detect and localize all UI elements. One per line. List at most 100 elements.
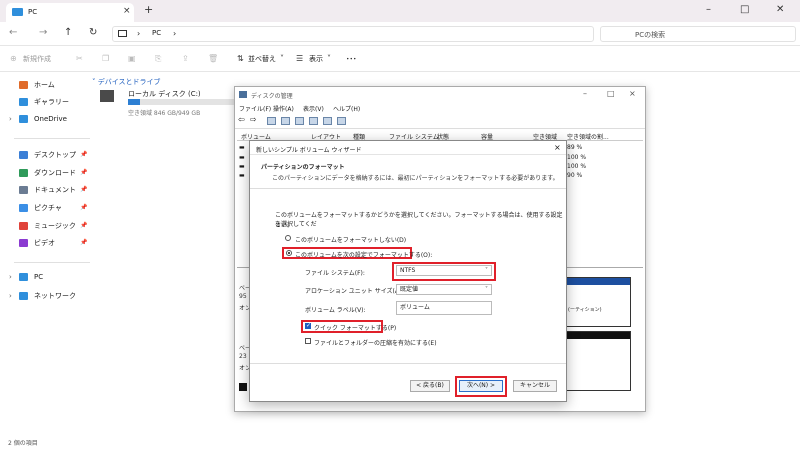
list-item[interactable]: ▬ [239,172,245,179]
no-format-label[interactable]: このボリュームをフォーマットしない(D) [295,235,406,244]
volume-bar [566,332,630,339]
close-icon[interactable]: × [629,89,636,98]
pin-icon[interactable]: 📌 [80,239,87,246]
list-icon[interactable] [295,117,304,125]
quick-format-label[interactable]: クイック フォーマットする(P) [314,323,396,332]
list-item[interactable]: ▬ [239,163,245,170]
chevron-right-icon[interactable]: › [173,29,176,38]
close-icon[interactable]: × [554,143,561,152]
wizard-subheading: このパーティションにデータを格納するには、最初にパーティションをフォーマットする… [272,175,559,182]
menu-help[interactable]: ヘルプ(H) [333,104,360,113]
no-format-radio[interactable] [285,235,291,241]
pin-icon[interactable]: 📌 [80,186,87,193]
list-item[interactable]: ▬ [239,154,245,161]
next-button[interactable]: 次へ(N) > [459,380,503,392]
sidebar-item-home[interactable]: ホーム [9,80,55,90]
cancel-button[interactable]: キャンセル [513,380,557,392]
menu-view[interactable]: 表示(V) [303,104,324,113]
sidebar-item-pictures[interactable]: ピクチャ [9,203,62,213]
tab-label: PC [28,8,38,16]
sidebar-item-onedrive[interactable]: › OneDrive [9,115,67,123]
search-input[interactable]: PCの検索 [600,26,796,42]
back-arrow-icon[interactable]: ← [9,27,17,38]
wizard-heading: パーティションのフォーマット [261,164,345,171]
search-placeholder: PCの検索 [635,31,666,39]
address-field[interactable]: › PC › [112,26,594,42]
col-free-percent[interactable]: 空き領域の割... [567,132,609,141]
maximize-icon[interactable]: □ [740,4,749,15]
volume-block[interactable] [565,331,631,391]
console-icon[interactable] [267,117,276,125]
pin-icon[interactable]: 📌 [80,169,87,176]
rename-icon[interactable]: ⎘ [155,54,161,64]
breadcrumb[interactable]: PC [152,29,161,37]
tab-pc[interactable]: PC × [6,3,134,22]
compression-label[interactable]: ファイルとフォルダーの圧縮を有効にする(E) [314,338,437,347]
up-arrow-icon[interactable]: ↑ [64,27,72,38]
copy-icon[interactable]: ❐ [102,54,109,63]
sidebar-item-desktop[interactable]: デスクトップ [9,150,76,160]
volume-label-input[interactable]: ボリューム [396,301,492,315]
back-arrow-icon[interactable]: ⇦ [238,115,247,124]
list-item[interactable]: ▬ [239,144,245,151]
chevron-down-icon[interactable]: ˅ [280,54,284,63]
forward-arrow-icon[interactable]: ⇨ [250,115,259,124]
chevron-down-icon[interactable]: ˅ [327,54,331,63]
refresh-icon[interactable]: ↻ [89,27,97,38]
back-button[interactable]: < 戻る(B) [410,380,450,392]
new-tab-button[interactable]: + [144,3,153,16]
new-button[interactable]: 新規作成 [23,54,51,64]
compression-checkbox[interactable] [305,338,311,344]
close-tab-icon[interactable]: × [123,6,131,16]
edit-icon[interactable] [323,117,332,125]
chevron-down-icon: ˅ [485,286,488,293]
menu-action[interactable]: 操作(A) [273,104,294,113]
sidebar-item-videos[interactable]: ビデオ [9,238,55,248]
maximize-icon[interactable]: □ [607,89,615,98]
sidebar-item-gallery[interactable]: ギャラリー [9,97,69,107]
chevron-right-icon[interactable]: › [9,273,17,281]
chevron-right-icon[interactable]: › [9,115,17,123]
volume-label: (ーティション) [568,307,602,313]
sidebar-item-downloads[interactable]: ダウンロード [9,168,76,178]
devices-header[interactable]: ˅ デバイスとドライブ [92,77,161,87]
minimize-icon[interactable]: – [583,89,587,98]
minimize-icon[interactable]: – [706,4,711,15]
drive-name[interactable]: ローカル ディスク (C:) [128,89,201,99]
sidebar-item-pc[interactable]: › PC [9,273,43,281]
format-radio[interactable] [286,250,292,256]
paste-icon[interactable]: ▣ [128,54,136,63]
disk-management-icon [239,91,247,98]
menu-file[interactable]: ファイル(F) [239,104,271,113]
sort-button[interactable]: 並べ替え [248,54,276,64]
dm-toolbar: ⇦ ⇨ [235,114,645,129]
pc-icon [118,30,127,37]
format-label[interactable]: このボリュームを次の設定でフォーマットする(O): [295,250,432,259]
free-percent: 89 % [567,144,583,151]
chevron-right-icon[interactable]: › [137,29,140,38]
help-icon[interactable] [281,117,290,125]
volume-block[interactable]: (ーティション) [565,277,631,327]
sidebar-item-music[interactable]: ミュージック [9,221,76,231]
view-button[interactable]: 表示 [309,54,323,64]
cut-icon[interactable]: ✂ [76,54,83,63]
pin-icon[interactable]: 📌 [80,204,87,211]
share-icon[interactable]: ⇪ [182,54,189,63]
view-icon[interactable] [337,117,346,125]
filesystem-select[interactable]: NTFS ˅ [396,265,492,276]
video-icon [19,239,28,247]
sidebar-item-network[interactable]: › ネットワーク [9,291,76,301]
delete-icon[interactable]: 🗑 [208,54,218,63]
chevron-right-icon[interactable]: › [9,292,17,300]
allocation-select[interactable]: 既定値 ˅ [396,284,492,295]
pin-icon[interactable]: 📌 [80,151,87,158]
quick-format-checkbox[interactable] [305,322,311,329]
pin-icon[interactable]: 📌 [80,222,87,229]
view-icon: ☰ [296,54,304,63]
properties-icon[interactable] [309,117,318,125]
more-button[interactable]: ･･･ [346,54,357,64]
close-icon[interactable]: ✕ [776,4,784,15]
sidebar-item-documents[interactable]: ドキュメント [9,185,76,195]
forward-arrow-icon[interactable]: → [39,27,47,38]
status-bar-text: 2 個の項目 [8,440,38,447]
